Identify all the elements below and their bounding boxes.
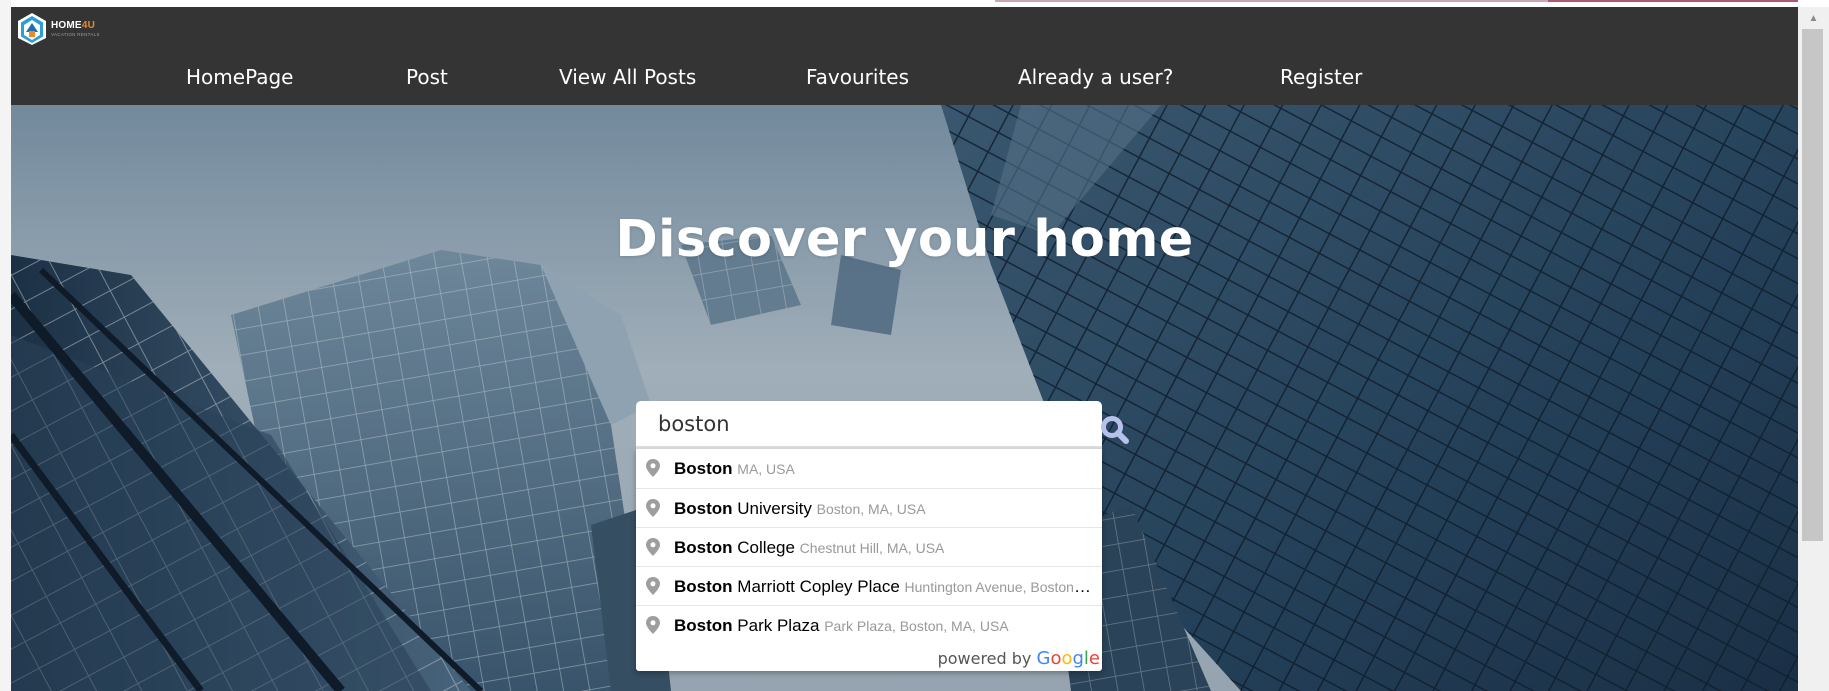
hero-title: Discover your home: [615, 210, 1194, 269]
google-logo: Google: [1036, 648, 1100, 669]
logo-tagline: VACATION RENTALS: [51, 31, 100, 37]
autocomplete-rest: Park Plaza: [737, 616, 820, 635]
powered-by-label: powered by: [937, 649, 1032, 668]
autocomplete-item[interactable]: Boston Marriott Copley Place Huntington …: [636, 566, 1102, 605]
map-pin-icon: [646, 459, 660, 477]
tab-strip-accent-dark: [1548, 0, 1798, 2]
autocomplete-rest: College: [737, 538, 795, 557]
nav-register[interactable]: Register: [1280, 65, 1362, 89]
autocomplete-secondary: Boston, MA, USA: [816, 501, 926, 517]
autocomplete-item[interactable]: Boston University Boston, MA, USA: [636, 488, 1102, 527]
autocomplete-match: Boston: [674, 538, 733, 557]
autocomplete-item-text: Boston University Boston, MA, USA: [674, 499, 1094, 519]
map-pin-icon: [646, 538, 660, 556]
autocomplete-match: Boston: [674, 499, 733, 518]
autocomplete-item-text: Boston Marriott Copley Place Huntington …: [674, 577, 1094, 597]
logo-name: HOME4U: [51, 19, 100, 31]
window-left-edge: [0, 0, 11, 691]
autocomplete-item-text: Boston Park Plaza Park Plaza, Boston, MA…: [674, 616, 1094, 636]
autocomplete-rest: Marriott Copley Place: [737, 577, 900, 596]
logo-name-main: HOME: [51, 19, 82, 31]
search-input[interactable]: [658, 409, 1078, 439]
nav-links: HomePage Post View All Posts Favourites …: [11, 65, 1798, 101]
autocomplete-item-text: Boston MA, USA: [674, 459, 1094, 479]
powered-by-google: powered by Google: [938, 648, 1100, 669]
autocomplete-secondary: Chestnut Hill, MA, USA: [799, 540, 945, 556]
autocomplete-item[interactable]: Boston MA, USA: [636, 449, 1102, 488]
page: HOME4U VACATION RENTALS HomePage Post Vi…: [11, 7, 1798, 691]
autocomplete-match: Boston: [674, 616, 733, 635]
scroll-up-arrow-icon[interactable]: ▲: [1798, 7, 1829, 29]
autocomplete-match: Boston: [674, 577, 733, 596]
search-box[interactable]: [636, 401, 1102, 449]
nav-post[interactable]: Post: [406, 65, 448, 89]
autocomplete-item-text: Boston College Chestnut Hill, MA, USA: [674, 538, 1094, 558]
site-logo[interactable]: HOME4U VACATION RENTALS: [17, 11, 100, 47]
autocomplete-secondary: Park Plaza, Boston, MA, USA: [824, 618, 1009, 634]
nav-view-all-posts[interactable]: View All Posts: [559, 65, 696, 89]
scrollbar[interactable]: ▲: [1798, 7, 1829, 691]
autocomplete-secondary: Huntington Avenue, Boston, MA, USA: [904, 579, 1094, 595]
navbar: HOME4U VACATION RENTALS HomePage Post Vi…: [11, 7, 1798, 105]
scrollbar-thumb[interactable]: [1802, 29, 1823, 541]
search-icon[interactable]: [1098, 413, 1132, 447]
autocomplete-secondary: MA, USA: [737, 461, 795, 477]
map-pin-icon: [646, 616, 660, 634]
logo-text: HOME4U VACATION RENTALS: [51, 19, 100, 38]
nav-homepage[interactable]: HomePage: [186, 65, 293, 89]
autocomplete-rest: University: [737, 499, 812, 518]
logo-house-icon: [18, 13, 46, 45]
browser-viewport: HOME4U VACATION RENTALS HomePage Post Vi…: [0, 0, 1829, 691]
hero-section: Discover your home Boston MA, USA: [11, 105, 1798, 691]
nav-favourites[interactable]: Favourites: [806, 65, 909, 89]
logo-name-accent: 4U: [81, 19, 95, 31]
autocomplete-dropdown: Boston MA, USA Boston University Boston,…: [636, 449, 1102, 671]
autocomplete-item[interactable]: Boston College Chestnut Hill, MA, USA: [636, 527, 1102, 566]
map-pin-icon: [646, 499, 660, 517]
autocomplete-item[interactable]: Boston Park Plaza Park Plaza, Boston, MA…: [636, 605, 1102, 644]
nav-already-a-user[interactable]: Already a user?: [1018, 65, 1173, 89]
map-pin-icon: [646, 577, 660, 595]
autocomplete-match: Boston: [674, 459, 733, 478]
browser-top-strip: [0, 0, 1798, 7]
